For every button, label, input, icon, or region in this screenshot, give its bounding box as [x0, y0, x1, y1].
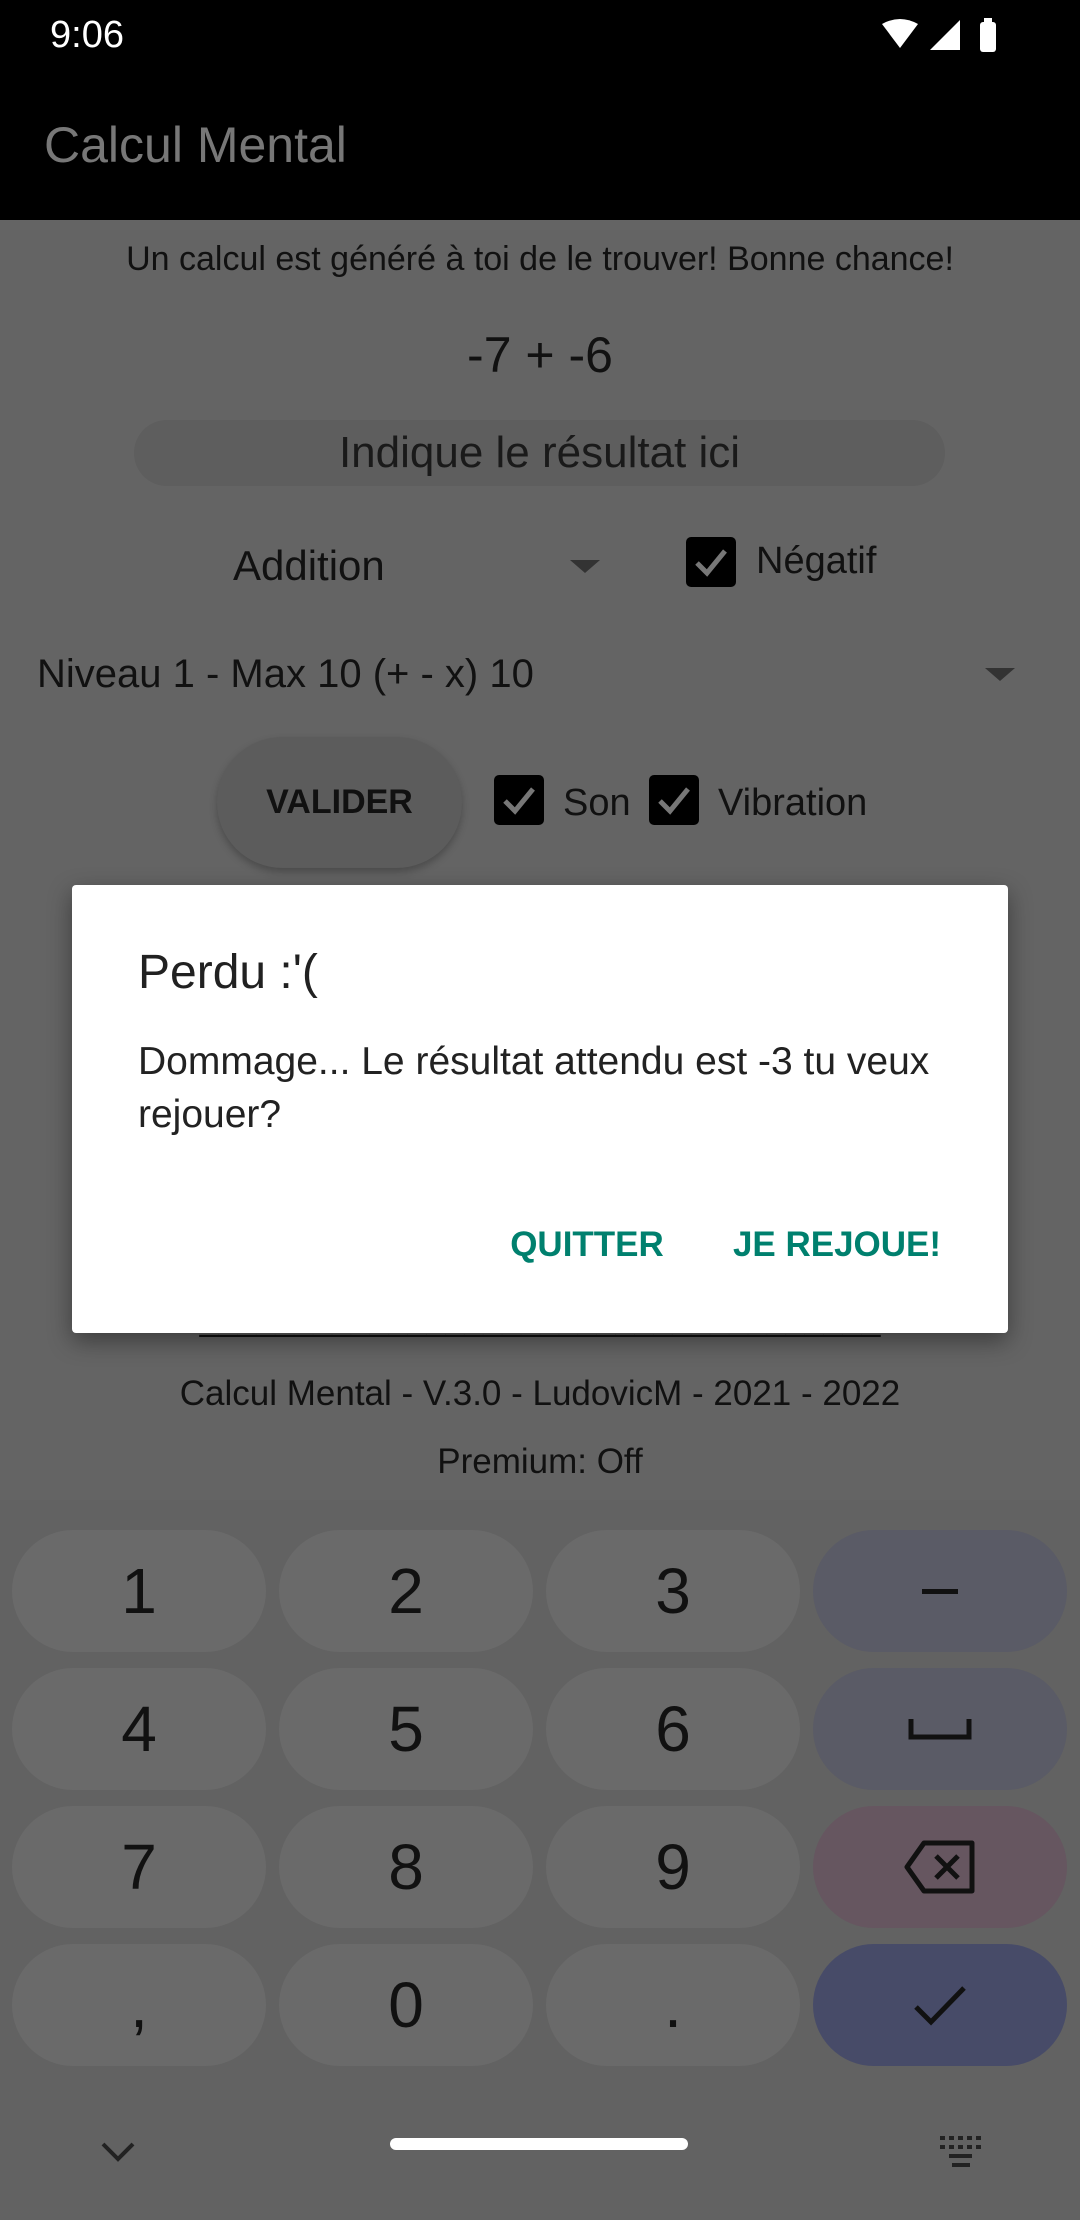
key-2[interactable]: 2: [279, 1530, 533, 1652]
dropdown-arrow-icon: [570, 560, 600, 573]
numeric-keyboard: 1 2 3 4 5 6 7 8 9 , 0 .: [0, 1500, 1080, 2220]
negatif-checkbox[interactable]: Négatif: [680, 530, 910, 590]
validate-button[interactable]: VALIDER: [217, 737, 462, 868]
checkbox-checked-icon: [649, 775, 699, 825]
version-text: Calcul Mental - V.3.0 - LudovicM - 2021 …: [179, 1374, 901, 1413]
vibration-checkbox[interactable]: Vibration: [645, 770, 885, 830]
chevron-down-icon[interactable]: [100, 2140, 136, 2164]
key-backspace[interactable]: [813, 1806, 1067, 1928]
key-0[interactable]: 0: [279, 1944, 533, 2066]
app-title: Calcul Mental: [44, 117, 347, 173]
level-value: Niveau 1 - Max 10 (+ - x) 10: [37, 652, 534, 696]
son-checkbox[interactable]: Son: [490, 770, 631, 830]
key-3[interactable]: 3: [546, 1530, 800, 1652]
operation-select[interactable]: Addition: [200, 530, 610, 600]
key-5[interactable]: 5: [279, 1668, 533, 1790]
status-bar: 9:06: [0, 0, 1080, 80]
dialog-title: Perdu :'(: [138, 946, 318, 999]
key-comma[interactable]: ,: [12, 1944, 266, 2066]
instruction-text: Un calcul est généré à toi de le trouver…: [126, 240, 954, 278]
key-6[interactable]: 6: [546, 1668, 800, 1790]
backspace-icon: [904, 1840, 975, 1894]
status-time: 9:06: [50, 14, 124, 56]
vibration-label: Vibration: [718, 782, 868, 824]
keyboard-icon[interactable]: [940, 2136, 984, 2168]
negatif-label: Négatif: [756, 540, 877, 582]
dialog-message: Dommage... Le résultat attendu est -3 tu…: [138, 1040, 930, 1136]
result-dialog: Perdu :'( Dommage... Le résultat attendu…: [72, 885, 1008, 1333]
key-space[interactable]: [813, 1668, 1067, 1790]
key-4[interactable]: 4: [12, 1668, 266, 1790]
replay-button[interactable]: JE REJOUE!: [722, 1225, 952, 1275]
check-icon: [914, 1986, 966, 2026]
status-icons: [882, 18, 996, 52]
premium-status: Premium: Off: [437, 1442, 643, 1481]
space-icon: [908, 1719, 972, 1740]
battery-icon: [980, 22, 996, 52]
quit-button[interactable]: QUITTER: [502, 1225, 672, 1275]
operation-value: Addition: [233, 542, 385, 589]
home-indicator[interactable]: [390, 2138, 688, 2150]
key-8[interactable]: 8: [279, 1806, 533, 1928]
answer-input[interactable]: [134, 420, 945, 486]
equation-text: -7 + -6: [467, 327, 613, 383]
key-9[interactable]: 9: [546, 1806, 800, 1928]
son-label: Son: [563, 782, 631, 824]
minus-icon: [922, 1589, 958, 1594]
level-select[interactable]: Niveau 1 - Max 10 (+ - x) 10: [20, 640, 1060, 710]
key-7[interactable]: 7: [12, 1806, 266, 1928]
wifi-icon: [882, 19, 918, 48]
checkbox-checked-icon: [686, 537, 736, 587]
key-enter[interactable]: [813, 1944, 1067, 2066]
app-bar: Calcul Mental: [0, 80, 1080, 220]
checkbox-checked-icon: [494, 775, 544, 825]
signal-icon: [930, 20, 960, 50]
key-1[interactable]: 1: [12, 1530, 266, 1652]
key-minus[interactable]: [813, 1530, 1067, 1652]
key-period[interactable]: .: [546, 1944, 800, 2066]
dropdown-arrow-icon: [985, 668, 1015, 681]
